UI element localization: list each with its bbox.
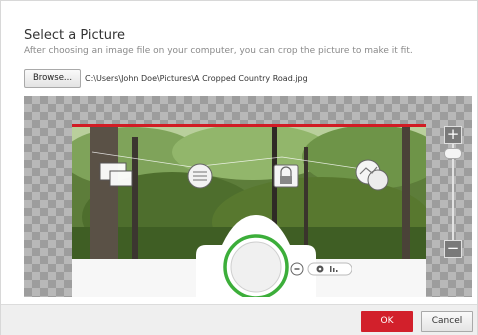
zoom-slider-thumb[interactable]	[444, 148, 462, 159]
dialog-subtitle: After choosing an image file on your com…	[24, 46, 413, 56]
chat-bubble-icon	[187, 163, 213, 189]
settings-icon	[316, 265, 324, 273]
cancel-button[interactable]: Cancel	[421, 311, 473, 332]
dialog-footer: OK Cancel	[1, 304, 477, 335]
minus-circle-icon	[290, 262, 304, 276]
picture-preview[interactable]	[72, 124, 426, 297]
file-path-text: C:\Users\John Doe\Pictures\A Cropped Cou…	[85, 74, 308, 83]
select-picture-dialog: Select a Picture After choosing an image…	[0, 0, 478, 335]
zoom-out-button[interactable]: −	[444, 240, 462, 258]
crop-area[interactable]: + −	[24, 96, 472, 297]
dialog-title: Select a Picture	[24, 28, 126, 43]
lock-icon	[273, 164, 299, 188]
zoom-in-button[interactable]: +	[444, 126, 462, 144]
zoom-control: + −	[444, 126, 462, 258]
ok-button[interactable]: OK	[361, 311, 413, 332]
progress-ring	[196, 215, 316, 297]
preview-controls	[290, 262, 352, 276]
browse-button[interactable]: Browse...	[24, 69, 81, 88]
